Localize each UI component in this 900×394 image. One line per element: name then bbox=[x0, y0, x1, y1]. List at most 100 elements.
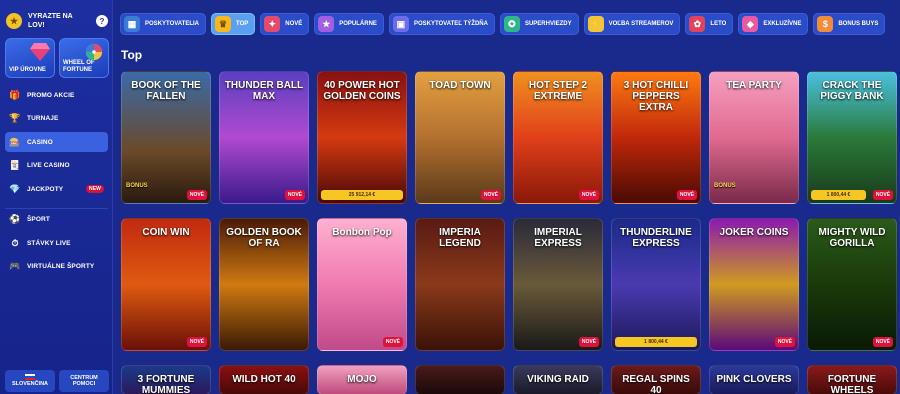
sidebar-item-promo[interactable]: 🎁 PROMO AKCIE bbox=[5, 85, 108, 105]
tab-popular[interactable]: ★ POPULÁRNE bbox=[314, 13, 384, 35]
game-tile[interactable]: REGAL SPINS 40 bbox=[611, 365, 701, 394]
tab-label: LETO bbox=[710, 21, 727, 27]
new-badge: NEW bbox=[86, 185, 104, 193]
game-title: TOAD TOWN bbox=[429, 80, 491, 91]
game-title: GOLDEN BOOK OF RA bbox=[226, 227, 302, 249]
help-center-label: CENTRUM POMOCI bbox=[70, 374, 98, 388]
sidebar-item-label: ŠPORT bbox=[27, 216, 50, 223]
tab-label: POSKYTOVATELIA bbox=[145, 21, 200, 27]
section-title: Top bbox=[121, 48, 143, 62]
game-title: IMPERIA LEGEND bbox=[439, 227, 481, 249]
tab-new[interactable]: ✦ NOVÉ bbox=[260, 13, 310, 35]
new-badge: NOVÉ bbox=[872, 190, 893, 200]
game-title: THUNDERLINE EXPRESS bbox=[620, 227, 692, 249]
sidebar-item-virtual-sports[interactable]: 🎮 VIRTUÁLNE ŠPORTY bbox=[5, 257, 108, 277]
game-tile[interactable]: TEA PARTY BONUS bbox=[709, 71, 799, 204]
soccer-ball-icon: ⚽ bbox=[9, 214, 21, 224]
tab-summer[interactable]: ✿ LETO bbox=[685, 13, 734, 35]
sidebar-item-label: STÁVKY LIVE bbox=[27, 239, 71, 247]
game-tile[interactable]: PINK CLOVERS bbox=[709, 365, 799, 394]
game-tile[interactable]: IMPERIA LEGEND bbox=[415, 218, 505, 351]
game-title: FORTUNE WHEELS bbox=[827, 374, 877, 394]
new-badge: NOVÉ bbox=[872, 337, 893, 347]
new-badge: NOVÉ bbox=[676, 190, 697, 200]
game-title: TEA PARTY bbox=[726, 80, 782, 91]
new-badge: NOVÉ bbox=[284, 190, 305, 200]
game-tile[interactable]: BOOK OF THE FALLEN BONUS NOVÉ bbox=[121, 71, 211, 204]
new-badge: NOVÉ bbox=[578, 190, 599, 200]
new-badge: NOVÉ bbox=[480, 190, 501, 200]
game-tile[interactable]: WILD HOT 40 bbox=[219, 365, 309, 394]
game-title: IMPERIAL EXPRESS bbox=[534, 227, 582, 249]
game-tile[interactable]: CRACK THE PIGGY BANK 1 800,44 € NOVÉ bbox=[807, 71, 897, 204]
bonus-label: BONUS bbox=[126, 183, 148, 189]
wheel-of-fortune-tile[interactable]: WHEEL OF FORTUNE bbox=[59, 38, 109, 78]
language-button[interactable]: SLOVENČINA bbox=[5, 370, 55, 392]
tab-label: NOVÉ bbox=[285, 21, 303, 27]
game-tile[interactable]: 3 FORTUNE MUMMIES bbox=[121, 365, 211, 394]
tab-superstars[interactable]: ✪ SUPERHVIEZDY bbox=[499, 13, 579, 35]
tab-label: BONUS BUYS bbox=[838, 21, 879, 27]
wheel-of-fortune-label: WHEEL OF FORTUNE bbox=[63, 60, 95, 73]
game-tile[interactable]: COIN WIN NOVÉ bbox=[121, 218, 211, 351]
tab-label: TOP bbox=[236, 21, 249, 27]
game-tile[interactable]: VIKING RAID bbox=[513, 365, 603, 394]
game-title: Bonbon Pop bbox=[332, 227, 392, 238]
sidebar-item-casino[interactable]: 🎰 CASINO bbox=[5, 132, 108, 152]
sidebar: ★ VYRAZTE NA LOV! ? VIP ÚROVNE WHEEL OF … bbox=[0, 0, 113, 394]
exclusive-icon: ◆ bbox=[742, 16, 759, 32]
language-label: SLOVENČINA bbox=[11, 381, 49, 388]
game-tile[interactable]: THUNDER BALL MAX NOVÉ bbox=[219, 71, 309, 204]
game-tile[interactable]: THUNDERLINE EXPRESS 1 800,44 € bbox=[611, 218, 701, 351]
slovak-flag-icon bbox=[25, 374, 35, 381]
game-tile[interactable]: MIGHTY WILD GORILLA NOVÉ bbox=[807, 218, 897, 351]
game-tile[interactable]: FORTUNE WHEELS bbox=[807, 365, 897, 394]
slot-machine-icon: 🎰 bbox=[9, 136, 21, 147]
game-tile[interactable]: GOLDEN BOOK OF RA bbox=[219, 218, 309, 351]
game-title: REGAL SPINS 40 bbox=[622, 374, 690, 394]
sidebar-tiles: VIP ÚROVNE WHEEL OF FORTUNE bbox=[5, 38, 109, 78]
tab-label: POSKYTOVATEĽ TÝŽDŇA bbox=[413, 21, 488, 27]
sidebar-item-jackpots[interactable]: 💎 JACKPOTY NEW bbox=[5, 179, 108, 199]
game-tile[interactable]: 40 POWER HOT GOLDEN COINS 25 912,14 € bbox=[317, 71, 407, 204]
live-stopwatch-icon: ⏱ bbox=[11, 237, 19, 248]
game-tile[interactable]: MOJO bbox=[317, 365, 407, 394]
game-title: 40 POWER HOT GOLDEN COINS bbox=[323, 80, 401, 102]
game-tile[interactable] bbox=[415, 365, 505, 394]
help-center-button[interactable]: CENTRUM POMOCI bbox=[59, 370, 109, 392]
superstar-icon: ✪ bbox=[503, 16, 520, 32]
help-icon[interactable]: ? bbox=[96, 15, 108, 27]
vip-levels-tile[interactable]: VIP ÚROVNE bbox=[5, 38, 55, 78]
game-tile[interactable]: Bonbon Pop NOVÉ bbox=[317, 218, 407, 351]
sidebar-item-live-casino[interactable]: 🃏 LIVE CASINO bbox=[5, 156, 108, 176]
game-title: HOT STEP 2 EXTREME bbox=[528, 80, 588, 102]
sidebar-item-label: PROMO AKCIE bbox=[27, 91, 75, 99]
tab-exclusive[interactable]: ◆ EXKLUZÍVNE bbox=[738, 13, 809, 35]
game-tile[interactable]: HOT STEP 2 EXTREME NOVÉ bbox=[513, 71, 603, 204]
game-row: COIN WIN NOVÉ GOLDEN BOOK OF RA Bonbon Pop N… bbox=[121, 218, 900, 351]
popular-icon: ★ bbox=[318, 16, 335, 32]
game-tile[interactable]: IMPERIAL EXPRESS NOVÉ bbox=[513, 218, 603, 351]
tab-streamers-choice[interactable]: ⚡ VOĽBA STREAMEROV bbox=[583, 13, 681, 35]
tab-providers[interactable]: ▦ POSKYTOVATELIA bbox=[120, 13, 207, 35]
sidebar-item-sport[interactable]: ⚽ ŠPORT bbox=[5, 210, 108, 230]
new-badge: NOVÉ bbox=[186, 337, 207, 347]
game-tile[interactable]: TOAD TOWN NOVÉ bbox=[415, 71, 505, 204]
tab-provider-of-week[interactable]: ▣ POSKYTOVATEĽ TÝŽDŇA bbox=[388, 13, 495, 35]
sidebar-item-live-bets[interactable]: ⏱ STÁVKY LIVE bbox=[5, 233, 108, 253]
sidebar-item-tournaments[interactable]: 🏆 TURNAJE bbox=[5, 109, 108, 129]
game-title: VIKING RAID bbox=[527, 374, 589, 385]
hunt-promo-text: VYRAZTE NA LOV! bbox=[28, 13, 73, 29]
game-title: THUNDER BALL MAX bbox=[224, 80, 304, 102]
tab-label: POPULÁRNE bbox=[339, 21, 377, 27]
tab-label: EXKLUZÍVNE bbox=[763, 21, 802, 27]
jackpot-amount: 1 800,44 € bbox=[811, 190, 866, 200]
hunt-promo-banner[interactable]: ★ VYRAZTE NA LOV! ? bbox=[6, 8, 108, 34]
game-title: JOKER COINS bbox=[719, 227, 789, 238]
tab-bonus-buys[interactable]: $ BONUS BUYS bbox=[813, 13, 886, 35]
provider-week-icon: ▣ bbox=[392, 16, 409, 32]
game-tile[interactable]: JOKER COINS NOVÉ bbox=[709, 218, 799, 351]
sidebar-item-label: TURNAJE bbox=[27, 115, 59, 122]
game-tile[interactable]: 3 HOT CHILLI PEPPERS EXTRA NOVÉ bbox=[611, 71, 701, 204]
tab-top[interactable]: ♛ TOP bbox=[211, 13, 256, 35]
